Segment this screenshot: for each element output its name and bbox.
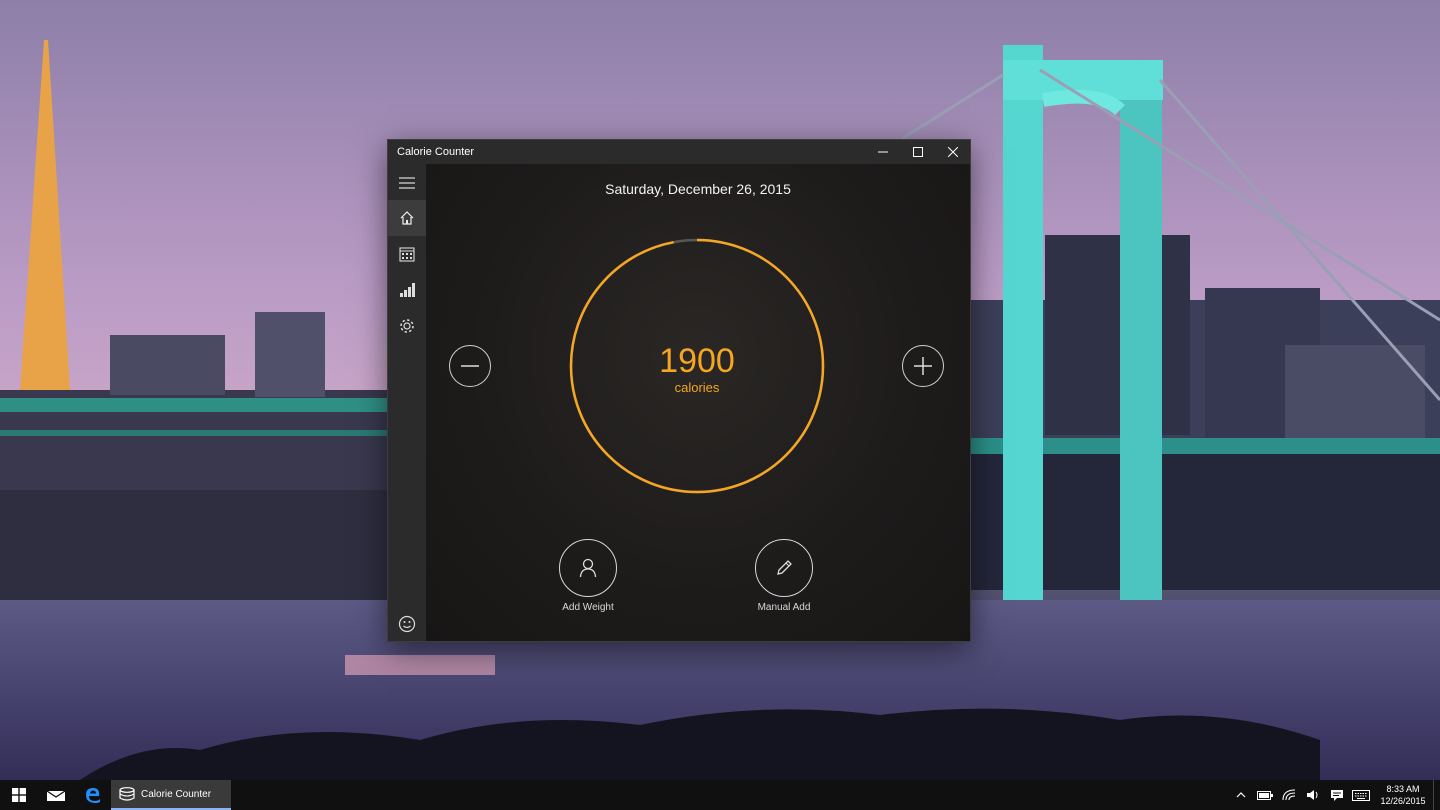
wifi-icon bbox=[1282, 789, 1296, 801]
volume-button[interactable] bbox=[1301, 780, 1325, 810]
current-date: Saturday, December 26, 2015 bbox=[605, 181, 791, 197]
calorie-counter-window: Calorie Counter Saturday, December 26, 2… bbox=[388, 140, 970, 641]
notification-icon bbox=[1331, 790, 1343, 801]
maximize-icon bbox=[912, 147, 923, 157]
touch-keyboard-button[interactable] bbox=[1349, 780, 1373, 810]
minimize-button[interactable] bbox=[865, 140, 900, 164]
chevron-up-icon bbox=[1236, 792, 1246, 798]
add-weight-button[interactable] bbox=[559, 539, 617, 597]
add-weight-action: Add Weight bbox=[543, 539, 633, 613]
clock-date: 12/26/2015 bbox=[1380, 796, 1426, 806]
start-button[interactable] bbox=[0, 780, 37, 810]
mail-taskbar-button[interactable] bbox=[37, 780, 74, 810]
action-center-button[interactable] bbox=[1325, 780, 1349, 810]
taskbar: Calorie Counter 8:33 AM 12/26/2015 bbox=[0, 780, 1440, 810]
scale-app-icon bbox=[119, 787, 135, 801]
battery-icon bbox=[1257, 790, 1273, 800]
add-weight-label: Add Weight bbox=[562, 602, 614, 613]
calendar-icon bbox=[399, 247, 415, 262]
nav-item-statistics[interactable] bbox=[388, 272, 426, 308]
network-button[interactable] bbox=[1277, 780, 1301, 810]
taskbar-app-label: Calorie Counter bbox=[141, 788, 212, 800]
calorie-value: 1900 bbox=[659, 342, 735, 380]
hamburger-menu-button[interactable] bbox=[388, 165, 426, 201]
smiley-icon bbox=[398, 615, 416, 633]
manual-add-action: Manual Add bbox=[739, 539, 829, 613]
windows-logo-icon bbox=[11, 788, 26, 802]
maximize-button[interactable] bbox=[900, 140, 935, 164]
system-tray: 8:33 AM 12/26/2015 bbox=[1229, 780, 1440, 810]
title-bar[interactable]: Calorie Counter bbox=[388, 140, 970, 164]
close-button[interactable] bbox=[935, 140, 970, 164]
show-hidden-icons-button[interactable] bbox=[1229, 780, 1253, 810]
keyboard-icon bbox=[1352, 789, 1370, 801]
nav-item-calendar[interactable] bbox=[388, 236, 426, 272]
mail-icon bbox=[46, 790, 65, 801]
minus-icon bbox=[461, 365, 479, 367]
minimize-icon bbox=[877, 151, 888, 153]
nav-item-home[interactable] bbox=[388, 200, 426, 236]
feedback-button[interactable] bbox=[388, 606, 426, 642]
taskbar-app-calorie-counter[interactable]: Calorie Counter bbox=[111, 780, 231, 810]
close-icon bbox=[947, 147, 958, 157]
gear-icon bbox=[400, 319, 414, 333]
speaker-icon bbox=[1307, 790, 1318, 800]
window-title: Calorie Counter bbox=[397, 146, 475, 158]
edge-browser-icon bbox=[85, 788, 100, 803]
clock-time: 8:33 AM bbox=[1386, 784, 1420, 794]
increase-button[interactable] bbox=[902, 345, 944, 387]
hamburger-menu-icon bbox=[399, 177, 415, 189]
pencil-icon bbox=[777, 560, 792, 575]
battery-button[interactable] bbox=[1253, 780, 1277, 810]
plus-icon bbox=[914, 357, 932, 375]
manual-add-button[interactable] bbox=[755, 539, 813, 597]
show-desktop-button[interactable] bbox=[1433, 780, 1440, 810]
person-icon bbox=[579, 558, 597, 578]
nav-rail bbox=[388, 164, 426, 641]
home-icon bbox=[400, 211, 414, 225]
edge-taskbar-button[interactable] bbox=[74, 780, 111, 810]
calorie-unit-label: calories bbox=[674, 380, 720, 395]
main-content: Saturday, December 26, 2015 1900 calorie… bbox=[426, 164, 970, 641]
taskbar-clock[interactable]: 8:33 AM 12/26/2015 bbox=[1373, 783, 1433, 807]
manual-add-label: Manual Add bbox=[757, 602, 811, 613]
nav-item-settings[interactable] bbox=[388, 308, 426, 344]
bar-chart-icon bbox=[400, 283, 415, 297]
decrease-button[interactable] bbox=[449, 345, 491, 387]
